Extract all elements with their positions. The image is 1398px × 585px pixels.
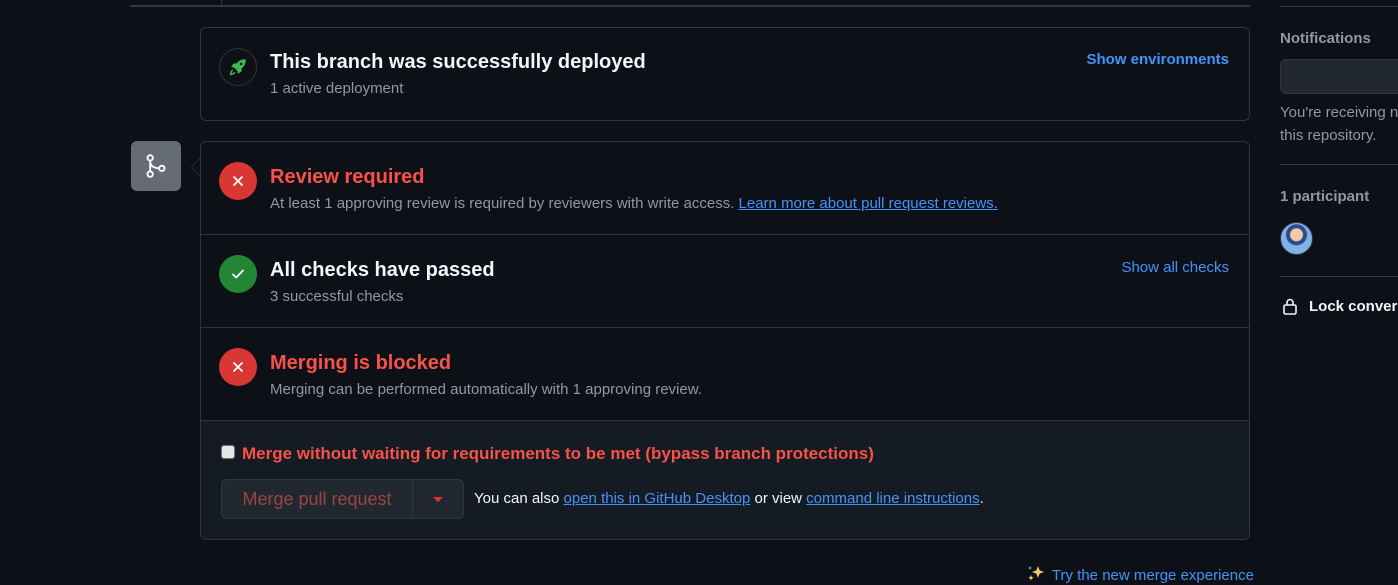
participants-title: 1 participant (1280, 188, 1370, 205)
git-merge-icon (131, 141, 181, 191)
review-required-title: Review required (270, 166, 425, 188)
show-environments-link[interactable]: Show environments (1086, 51, 1229, 68)
try-new-merge-label[interactable]: Try the new merge experience (1052, 567, 1254, 584)
review-required-description: At least 1 approving review is required … (270, 195, 998, 212)
checks-title: All checks have passed (270, 259, 495, 281)
bypass-label[interactable]: Merge without waiting for requirements t… (242, 444, 874, 464)
merge-method-dropdown[interactable] (413, 480, 463, 518)
or-view-text: or view (754, 490, 802, 507)
notifications-title: Notifications (1280, 30, 1371, 47)
try-new-merge-link[interactable]: Try the new merge experience (1026, 565, 1254, 584)
sidebar-divider (1280, 6, 1398, 7)
checks-subtitle: 3 successful checks (270, 288, 404, 305)
checks-section: All checks have passed 3 successful chec… (201, 235, 1249, 328)
deployment-title: This branch was successfully deployed (270, 51, 646, 73)
rocket-icon (219, 48, 257, 86)
x-circle-icon (219, 162, 257, 200)
learn-more-reviews-link[interactable]: Learn more about pull request reviews. (739, 195, 998, 212)
sidebar-divider (1280, 164, 1398, 165)
panel-pointer-inner (192, 159, 200, 175)
deployment-subtitle: 1 active deployment (270, 80, 404, 97)
period-text: . (979, 490, 984, 507)
lock-conversation-label[interactable]: Lock conversa (1309, 298, 1398, 315)
merge-pull-request-button[interactable]: Merge pull request (222, 480, 413, 518)
merging-blocked-subtitle: Merging can be performed automatically w… (270, 381, 702, 398)
show-all-checks-link[interactable]: Show all checks (1121, 259, 1229, 276)
deployment-panel: This branch was successfully deployed 1 … (200, 27, 1250, 121)
bypass-checkbox[interactable] (221, 445, 235, 459)
merge-status-panel: Review required At least 1 approving rev… (200, 141, 1250, 540)
x-circle-icon (219, 348, 257, 386)
github-desktop-link[interactable]: open this in GitHub Desktop (564, 490, 751, 507)
also-prefix: You can also (474, 490, 560, 507)
lock-conversation-button[interactable]: Lock conversa (1282, 297, 1398, 315)
participant-avatar[interactable] (1280, 222, 1313, 255)
merging-blocked-title: Merging is blocked (270, 352, 452, 374)
notifications-button[interactable] (1280, 59, 1398, 94)
merge-button-group: Merge pull request (221, 479, 464, 519)
timeline-divider (130, 5, 1250, 7)
sparkle-icon (1028, 566, 1044, 581)
command-line-link[interactable]: command line instructions (806, 490, 979, 507)
caret-down-icon (433, 496, 443, 502)
timeline-tick (221, 0, 222, 6)
sidebar-divider (1280, 276, 1398, 277)
notifications-description: You're receiving no this repository. (1280, 101, 1398, 147)
alternative-merge-text: You can also open this in GitHub Desktop… (474, 490, 984, 507)
review-description-text: At least 1 approving review is required … (270, 195, 735, 212)
notifications-text-line-1: You're receiving no (1280, 104, 1398, 121)
review-required-section: Review required At least 1 approving rev… (201, 142, 1249, 235)
merging-blocked-section: Merging is blocked Merging can be perfor… (201, 328, 1249, 421)
merge-actions-section: Merge without waiting for requirements t… (201, 421, 1249, 539)
lock-icon (1283, 298, 1297, 315)
check-circle-icon (219, 255, 257, 293)
notifications-text-line-2: this repository. (1280, 127, 1377, 144)
